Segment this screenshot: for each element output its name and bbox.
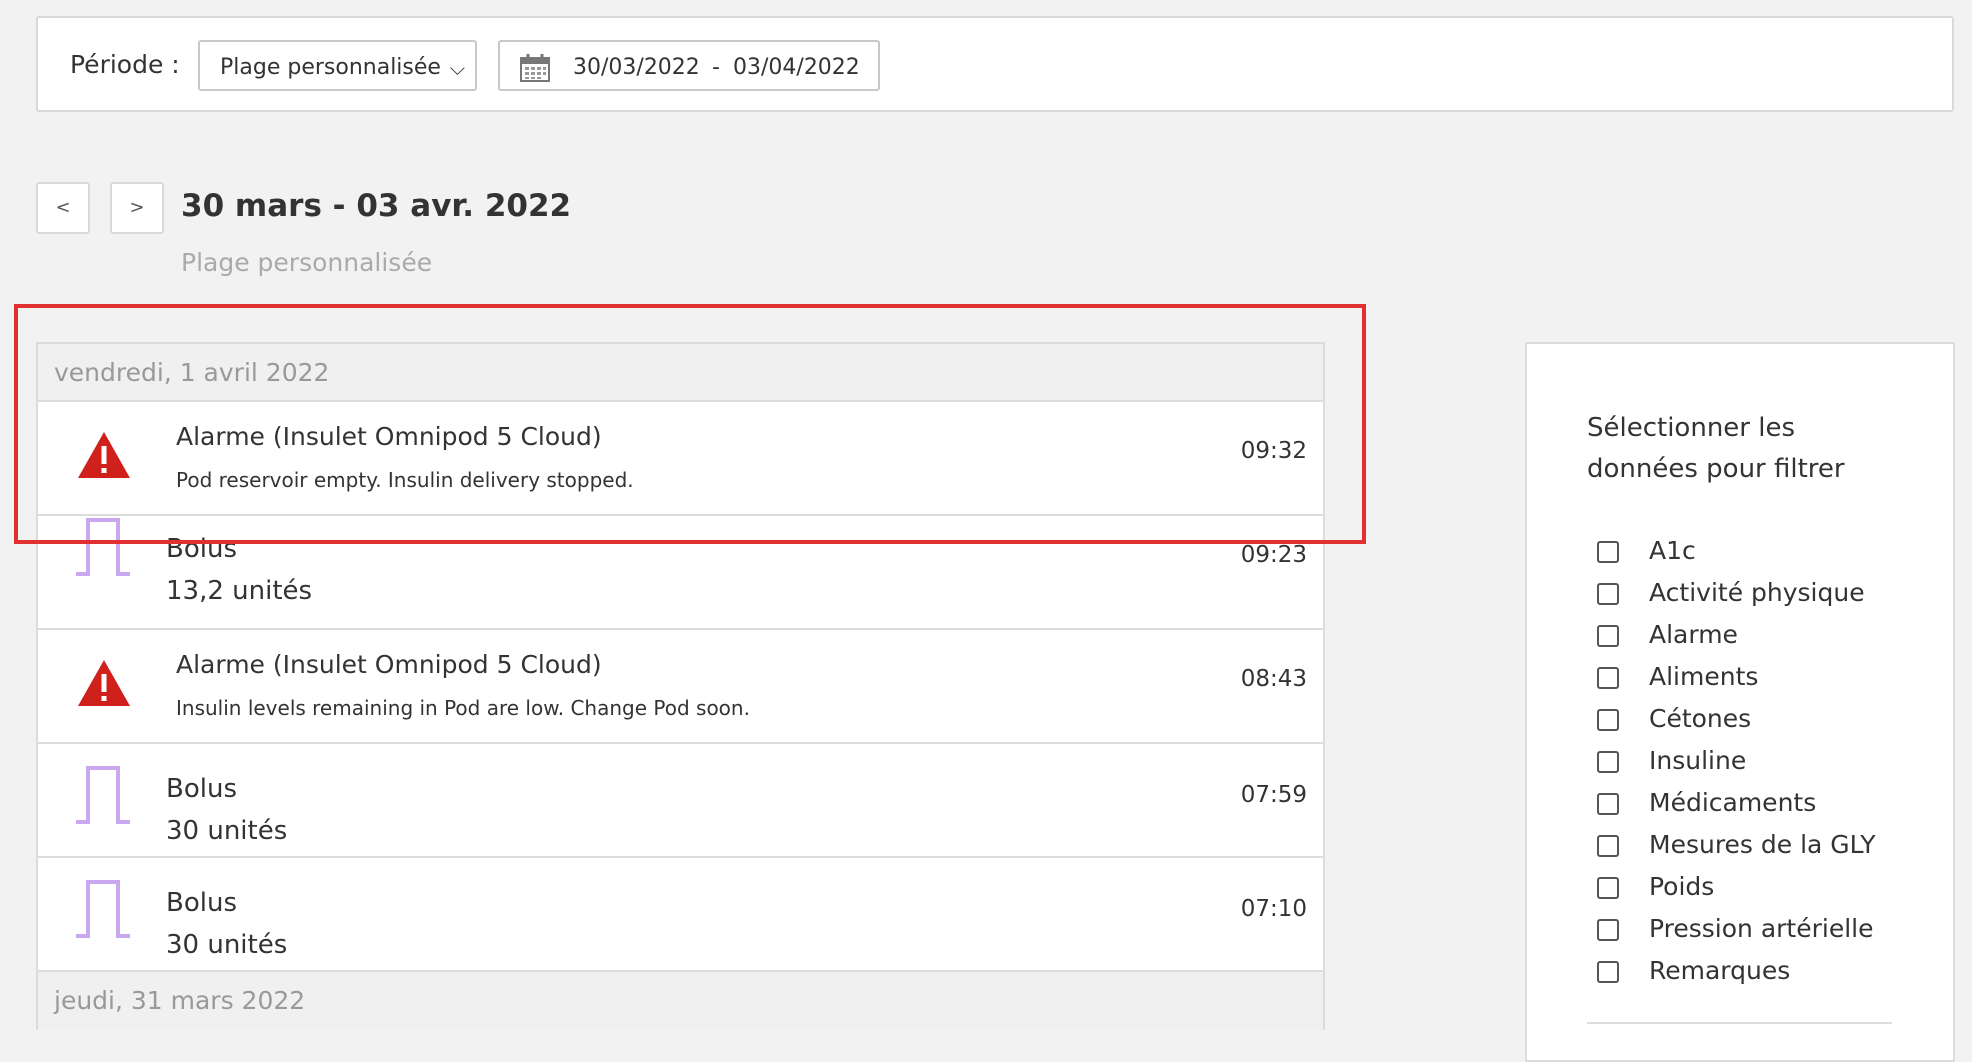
period-select[interactable]: Plage personnalisée ⌵ [198,40,477,91]
event-title: Alarme (Insulet Omnipod 5 Cloud) [176,422,602,451]
filter-option-label: Poids [1649,872,1715,901]
event-description: 13,2 unités [166,576,313,606]
bolus-icon [76,766,130,824]
checkbox[interactable] [1597,961,1619,983]
event-description: Insulin levels remaining in Pod are low.… [176,696,750,720]
event-title: Bolus [166,888,237,918]
checkbox[interactable] [1597,667,1619,689]
period-select-value: Plage personnalisée [220,55,441,80]
event-time: 07:10 [1240,896,1307,922]
period-bar: Période : Plage personnalisée ⌵ 30/03/20… [36,16,1954,112]
range-subtitle: Plage personnalisée [181,248,433,277]
event-time: 09:23 [1240,542,1307,568]
event-row[interactable]: Bolus 13,2 unités 09:23 [36,514,1325,630]
chevron-down-icon: ⌵ [449,56,465,80]
event-list: vendredi, 1 avril 2022 Alarme (Insulet O… [36,342,1325,1030]
filter-option-label: Médicaments [1649,788,1817,817]
checkbox[interactable] [1597,877,1619,899]
bolus-icon [76,518,130,576]
day-header: jeudi, 31 mars 2022 [36,970,1325,1030]
event-row[interactable]: Alarme (Insulet Omnipod 5 Cloud) Insulin… [36,628,1325,744]
prev-button[interactable]: < [36,182,90,234]
event-title: Bolus [166,534,237,564]
checkbox[interactable] [1597,751,1619,773]
alarm-warning-icon [78,432,130,478]
alarm-warning-icon [78,660,130,706]
filter-option-label: Pression artérielle [1649,914,1874,943]
filter-title: Sélectionner les données pour filtrer [1587,413,1845,484]
day-header: vendredi, 1 avril 2022 [36,342,1325,402]
event-time: 07:59 [1240,782,1307,808]
date-start: 30/03/2022 [573,55,700,80]
filter-option-label: Mesures de la GLY [1649,830,1876,859]
filter-option-label: Activité physique [1649,578,1865,607]
checkbox[interactable] [1597,709,1619,731]
date-end: 03/04/2022 [733,55,860,80]
checkbox[interactable] [1597,541,1619,563]
bolus-icon [76,880,130,938]
event-row[interactable]: Bolus 30 unités 07:59 [36,742,1325,858]
event-description: 30 unités [166,930,288,960]
event-time: 09:32 [1240,438,1307,464]
event-title: Alarme (Insulet Omnipod 5 Cloud) [176,650,602,679]
filter-option-label: Cétones [1649,704,1752,733]
checkbox[interactable] [1597,583,1619,605]
checkbox[interactable] [1597,919,1619,941]
filter-panel: Sélectionner les données pour filtrer A1… [1525,342,1955,1062]
next-button[interactable]: > [110,182,164,234]
range-title: 30 mars - 03 avr. 2022 [181,188,572,224]
filter-option-label: Alarme [1649,620,1738,649]
filter-option-label: Insuline [1649,746,1747,775]
filter-option-label: Aliments [1649,662,1759,691]
event-description: 30 unités [166,816,288,846]
calendar-icon [520,54,550,82]
period-label: Période : [70,50,180,79]
filter-option-label: A1c [1649,536,1696,565]
event-row[interactable]: Bolus 30 unités 07:10 [36,856,1325,972]
checkbox[interactable] [1597,835,1619,857]
divider [1587,1022,1892,1024]
event-title: Bolus [166,774,237,804]
filter-option-label: Remarques [1649,956,1791,985]
checkbox[interactable] [1597,625,1619,647]
event-description: Pod reservoir empty. Insulin delivery st… [176,468,634,492]
date-separator: - [712,55,720,80]
event-time: 08:43 [1240,666,1307,692]
checkbox[interactable] [1597,793,1619,815]
event-row[interactable]: Alarme (Insulet Omnipod 5 Cloud) Pod res… [36,400,1325,516]
date-range-picker[interactable]: 30/03/2022 - 03/04/2022 [498,40,880,91]
